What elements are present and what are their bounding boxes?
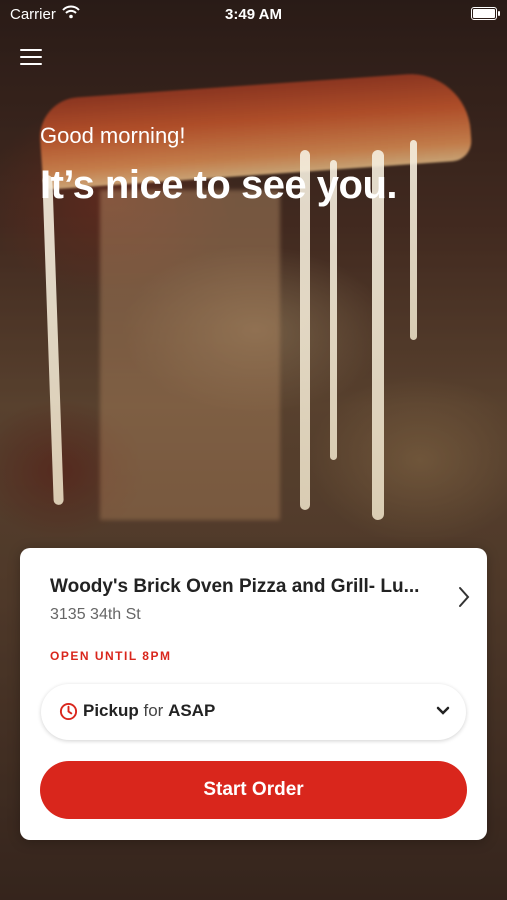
store-hours: OPEN UNTIL 8PM [50, 649, 172, 663]
battery-icon [471, 7, 500, 20]
status-bar: Carrier 3:49 AM [0, 0, 507, 28]
start-order-button[interactable]: Start Order [40, 761, 467, 819]
cheese-strand [410, 140, 417, 340]
order-mode-dropdown[interactable]: Pickup for ASAP [41, 684, 466, 740]
order-card: Woody's Brick Oven Pizza and Grill- Lu..… [20, 548, 487, 840]
store-name: Woody's Brick Oven Pizza and Grill- Lu..… [50, 576, 420, 597]
greeting: Good morning! [40, 123, 186, 148]
order-mode-label: Pickup for ASAP [83, 701, 215, 721]
status-time: 3:49 AM [225, 6, 282, 23]
order-mode-time: ASAP [168, 701, 216, 720]
order-mode-joiner: for [143, 701, 164, 720]
clock-icon [59, 702, 78, 726]
menu-icon[interactable] [20, 48, 42, 66]
order-mode-type: Pickup [83, 701, 139, 720]
chevron-right-icon [458, 586, 470, 613]
app-screen: Carrier 3:49 AM Good morning! It’s nice … [0, 0, 507, 900]
background-board [100, 190, 280, 520]
chevron-down-icon [436, 704, 450, 722]
store-selector[interactable]: Woody's Brick Oven Pizza and Grill- Lu..… [50, 572, 470, 632]
store-address: 3135 34th St [50, 606, 141, 623]
page-title: It’s nice to see you. [40, 163, 398, 207]
